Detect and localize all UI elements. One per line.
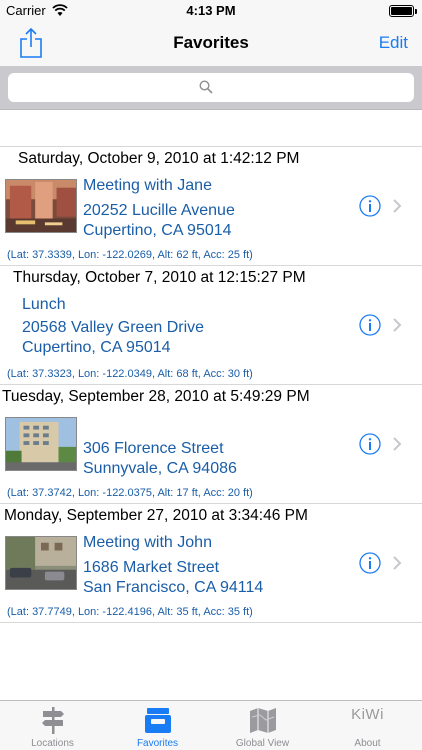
signpost-icon <box>42 707 64 734</box>
entry-datetime: Saturday, October 9, 2010 at 1:42:12 PM <box>18 150 300 167</box>
info-icon[interactable] <box>359 314 381 336</box>
battery-icon <box>389 5 417 17</box>
entry-datetime: Tuesday, September 28, 2010 at 5:49:29 P… <box>2 388 310 405</box>
chevron-right-icon <box>393 437 402 451</box>
list-item[interactable]: Saturday, October 9, 2010 at 1:42:12 PM … <box>0 146 422 265</box>
entry-address-line1: 20252 Lucille Avenue <box>83 202 235 219</box>
tab-bar: Locations Favorites Global View KiWi Abo… <box>0 700 422 750</box>
entry-address-line1: 1686 Market Street <box>83 559 220 576</box>
list-item[interactable]: Tuesday, September 28, 2010 at 5:49:29 P… <box>0 384 422 503</box>
location-photo <box>5 536 77 590</box>
entry-name: Meeting with Jane <box>83 177 212 194</box>
tab-global-view[interactable]: Global View <box>210 701 315 750</box>
favorites-list: Saturday, October 9, 2010 at 1:42:12 PM … <box>0 146 422 623</box>
info-icon[interactable] <box>359 195 381 217</box>
search-bar <box>0 66 422 110</box>
location-photo <box>5 417 77 471</box>
info-icon[interactable] <box>359 433 381 455</box>
tab-label: About <box>354 738 381 749</box>
tab-label: Locations <box>31 738 74 749</box>
inbox-tray-icon <box>145 708 171 733</box>
entry-datetime: Monday, September 27, 2010 at 3:34:46 PM <box>4 507 308 524</box>
list-item[interactable]: Thursday, October 7, 2010 at 12:15:27 PM… <box>0 265 422 384</box>
location-photo <box>5 179 77 233</box>
entry-address-line2: Cupertino, CA 95014 <box>83 222 232 239</box>
entry-name: Lunch <box>22 296 66 313</box>
tab-locations[interactable]: Locations <box>0 701 105 750</box>
search-icon <box>199 80 213 94</box>
entry-name: Meeting with John <box>83 534 212 551</box>
kiwi-logo: KiWi <box>351 706 384 723</box>
chevron-right-icon <box>393 318 402 332</box>
page-title: Favorites <box>173 33 249 52</box>
chevron-right-icon <box>393 199 402 213</box>
info-icon[interactable] <box>359 552 381 574</box>
list-divider <box>0 622 422 623</box>
edit-button[interactable]: Edit <box>379 33 408 53</box>
map-icon <box>250 708 276 733</box>
navigation-bar: Favorites Edit <box>0 22 422 66</box>
entry-coordinates: (Lat: 37.3323, Lon: -122.0349, Alt: 68 f… <box>7 368 253 380</box>
tab-label: Favorites <box>136 738 179 749</box>
list-item[interactable]: Monday, September 27, 2010 at 3:34:46 PM… <box>0 503 422 622</box>
tab-favorites[interactable]: Favorites <box>105 701 210 750</box>
status-time: 4:13 PM <box>186 3 236 18</box>
tab-about[interactable]: KiWi About <box>315 701 420 750</box>
entry-address-line1: 306 Florence Street <box>83 440 224 457</box>
entry-address-line2: Cupertino, CA 95014 <box>22 339 171 356</box>
search-field[interactable] <box>8 73 414 102</box>
entry-datetime: Thursday, October 7, 2010 at 12:15:27 PM <box>13 269 306 286</box>
status-bar: Carrier 4:13 PM <box>0 0 422 22</box>
chevron-right-icon <box>393 556 402 570</box>
entry-address-line2: San Francisco, CA 94114 <box>83 579 264 596</box>
entry-address-line2: Sunnyvale, CA 94086 <box>83 460 237 477</box>
entry-coordinates: (Lat: 37.3339, Lon: -122.0269, Alt: 62 f… <box>7 249 253 261</box>
entry-coordinates: (Lat: 37.7749, Lon: -122.4196, Alt: 35 f… <box>7 606 253 618</box>
entry-coordinates: (Lat: 37.3742, Lon: -122.0375, Alt: 17 f… <box>7 487 253 499</box>
tab-label: Global View <box>235 738 290 749</box>
entry-address-line1: 20568 Valley Green Drive <box>22 319 205 336</box>
